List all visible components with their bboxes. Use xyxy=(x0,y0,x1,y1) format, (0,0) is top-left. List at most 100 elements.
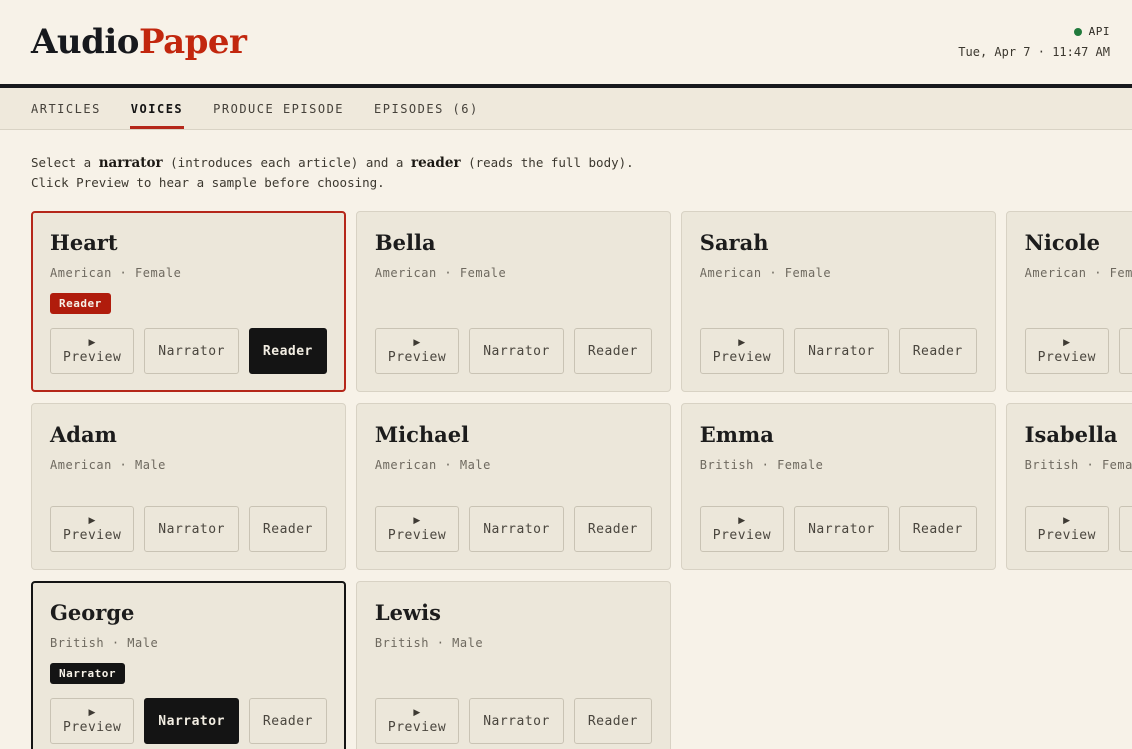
meta-separator: · xyxy=(1086,458,1094,472)
header-status: API Tue, Apr 7 · 11:47 AM xyxy=(958,25,1110,59)
narrator-button-label: Narrator xyxy=(158,344,225,359)
reader-button[interactable]: Reader xyxy=(249,506,327,552)
voice-card: Heart American · Female Reader ▶ Preview… xyxy=(31,211,346,392)
voice-meta: British · Female xyxy=(700,458,977,472)
voice-meta: British · Female xyxy=(1025,458,1132,472)
meta-separator: · xyxy=(769,266,777,280)
voice-name: Heart xyxy=(50,230,327,255)
narrator-button-label: Narrator xyxy=(808,344,875,359)
voice-accent: British xyxy=(375,636,429,650)
preview-button-label: Preview xyxy=(388,350,446,365)
reader-button[interactable]: Reader xyxy=(899,506,977,552)
voice-card-buttons: ▶ Preview Narrator Reader xyxy=(50,684,327,744)
narrator-button[interactable]: Narrator xyxy=(469,698,564,744)
role-badge: Narrator xyxy=(50,663,125,684)
preview-button-label: Preview xyxy=(63,720,121,735)
play-icon: ▶ xyxy=(88,516,95,527)
meta-separator: · xyxy=(112,636,120,650)
narrator-button[interactable]: Narrator xyxy=(469,506,564,552)
preview-button-label: Preview xyxy=(713,350,771,365)
narrator-button[interactable]: Narrator xyxy=(144,328,239,374)
reader-button-label: Reader xyxy=(913,344,963,359)
voice-gender: Female xyxy=(785,266,831,280)
narrator-button-label: Narrator xyxy=(808,522,875,537)
voice-gender: Male xyxy=(135,458,166,472)
preview-button[interactable]: ▶ Preview xyxy=(1025,328,1109,374)
instruction-text: (introduces each article) and a xyxy=(163,155,411,170)
preview-button[interactable]: ▶ Preview xyxy=(375,698,459,744)
voice-name: Emma xyxy=(700,422,977,447)
voice-gender: Female xyxy=(135,266,181,280)
preview-button[interactable]: ▶ Preview xyxy=(375,506,459,552)
preview-button[interactable]: ▶ Preview xyxy=(375,328,459,374)
voice-meta: American · Female xyxy=(50,266,327,280)
meta-separator: · xyxy=(1094,266,1102,280)
preview-button-label: Preview xyxy=(63,350,121,365)
logo-primary-text: Audio xyxy=(31,22,139,62)
voice-card-buttons: ▶ Preview Narrator Reader xyxy=(1025,492,1132,552)
narrator-button[interactable]: Narrator xyxy=(144,698,239,744)
voice-card: Michael American · Male ▶ Preview Narrat… xyxy=(356,403,671,570)
reader-button[interactable]: Reader xyxy=(574,506,652,552)
reader-button[interactable]: Reader xyxy=(249,328,327,374)
voice-meta: American · Female xyxy=(700,266,977,280)
preview-button[interactable]: ▶ Preview xyxy=(700,328,784,374)
voice-card-buttons: ▶ Preview Narrator Reader xyxy=(1025,314,1132,374)
preview-button[interactable]: ▶ Preview xyxy=(1025,506,1109,552)
voice-card: Sarah American · Female ▶ Preview Narrat… xyxy=(681,211,996,392)
reader-button[interactable]: Reader xyxy=(249,698,327,744)
play-icon: ▶ xyxy=(1063,516,1070,527)
app-header: AudioPaper API Tue, Apr 7 · 11:47 AM xyxy=(0,0,1132,84)
voice-meta: British · Male xyxy=(375,636,652,650)
reader-button[interactable]: Reader xyxy=(899,328,977,374)
tab-articles[interactable]: ARTICLES xyxy=(16,88,116,129)
api-status-label: API xyxy=(1089,25,1110,38)
voice-card-buttons: ▶ Preview Narrator Reader xyxy=(50,314,327,374)
preview-button[interactable]: ▶ Preview xyxy=(50,506,134,552)
tab-produce-episode[interactable]: PRODUCE EPISODE xyxy=(198,88,359,129)
voice-card-buttons: ▶ Preview Narrator Reader xyxy=(375,314,652,374)
reader-button[interactable]: Reader xyxy=(574,698,652,744)
voice-gender: Male xyxy=(127,636,158,650)
voice-accent: American xyxy=(375,266,437,280)
play-icon: ▶ xyxy=(413,338,420,349)
meta-separator: · xyxy=(444,266,452,280)
voice-card: George British · Male Narrator ▶ Preview… xyxy=(31,581,346,749)
voice-accent: American xyxy=(50,266,112,280)
voice-gender: Female xyxy=(1110,266,1132,280)
voice-accent: American xyxy=(700,266,762,280)
tab-bar: ARTICLES VOICES PRODUCE EPISODE EPISODES… xyxy=(0,88,1132,130)
narrator-button[interactable]: Narrator xyxy=(1119,328,1132,374)
voice-gender: Male xyxy=(460,458,491,472)
voice-meta: American · Male xyxy=(375,458,652,472)
preview-button[interactable]: ▶ Preview xyxy=(50,328,134,374)
voice-name: Lewis xyxy=(375,600,652,625)
narrator-button[interactable]: Narrator xyxy=(1119,506,1132,552)
reader-button[interactable]: Reader xyxy=(574,328,652,374)
voice-accent: British xyxy=(1025,458,1079,472)
voice-name: George xyxy=(50,600,327,625)
reader-button-label: Reader xyxy=(913,522,963,537)
narrator-button[interactable]: Narrator xyxy=(469,328,564,374)
voice-card-buttons: ▶ Preview Narrator Reader xyxy=(700,314,977,374)
tab-episodes[interactable]: EPISODES (6) xyxy=(359,88,494,129)
instruction-text: Select a xyxy=(31,155,99,170)
narrator-button[interactable]: Narrator xyxy=(794,328,889,374)
narrator-keyword: narrator xyxy=(99,155,163,171)
voice-name: Sarah xyxy=(700,230,977,255)
tab-voices[interactable]: VOICES xyxy=(116,88,198,129)
voice-accent: American xyxy=(50,458,112,472)
narrator-button[interactable]: Narrator xyxy=(794,506,889,552)
meta-separator: · xyxy=(437,636,445,650)
voice-gender: Female xyxy=(1102,458,1132,472)
voice-name: Nicole xyxy=(1025,230,1132,255)
voice-card-buttons: ▶ Preview Narrator Reader xyxy=(700,492,977,552)
narrator-button[interactable]: Narrator xyxy=(144,506,239,552)
voice-name: Bella xyxy=(375,230,652,255)
voice-card: Emma British · Female ▶ Preview Narrator… xyxy=(681,403,996,570)
preview-button[interactable]: ▶ Preview xyxy=(700,506,784,552)
reader-button-label: Reader xyxy=(263,714,313,729)
preview-button[interactable]: ▶ Preview xyxy=(50,698,134,744)
voice-gender: Female xyxy=(460,266,506,280)
play-icon: ▶ xyxy=(413,516,420,527)
